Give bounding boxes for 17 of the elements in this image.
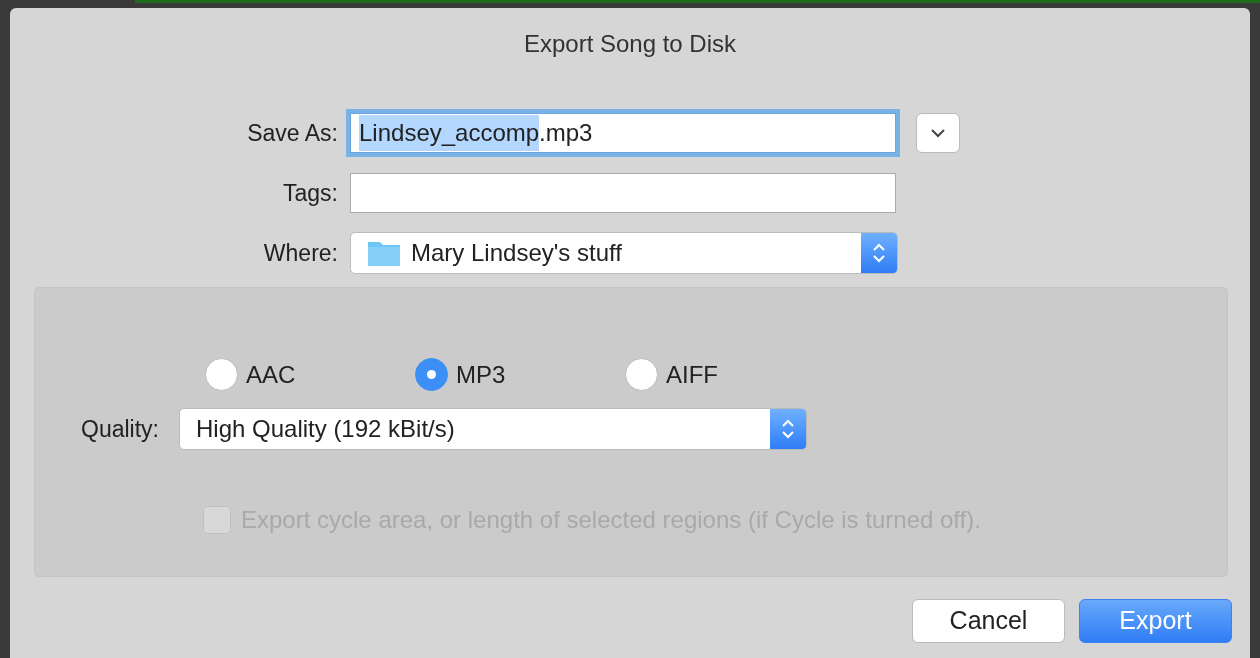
stepper-icon	[872, 242, 886, 264]
chevron-down-icon	[931, 128, 945, 138]
cancel-button[interactable]: Cancel	[912, 599, 1065, 643]
window-title: Export Song to Disk	[522, 29, 738, 59]
quality-popup[interactable]: High Quality (192 kBit/s)	[179, 408, 807, 450]
tags-field[interactable]	[350, 173, 896, 213]
stepper-icon	[781, 418, 795, 440]
field-label: Where:	[262, 238, 339, 268]
location-popup[interactable]: Mary Lindsey's stuff	[350, 232, 898, 274]
quality-label: Quality:	[81, 414, 159, 444]
expand-button[interactable]	[916, 113, 960, 153]
folder-icon	[367, 239, 401, 267]
format-radio[interactable]: AIFF	[625, 341, 835, 408]
format-radio[interactable]: AAC	[205, 341, 415, 408]
field-label: Save As:	[246, 118, 339, 148]
format-radio[interactable]: MP3	[415, 341, 625, 408]
field-label: Tags:	[282, 178, 339, 208]
